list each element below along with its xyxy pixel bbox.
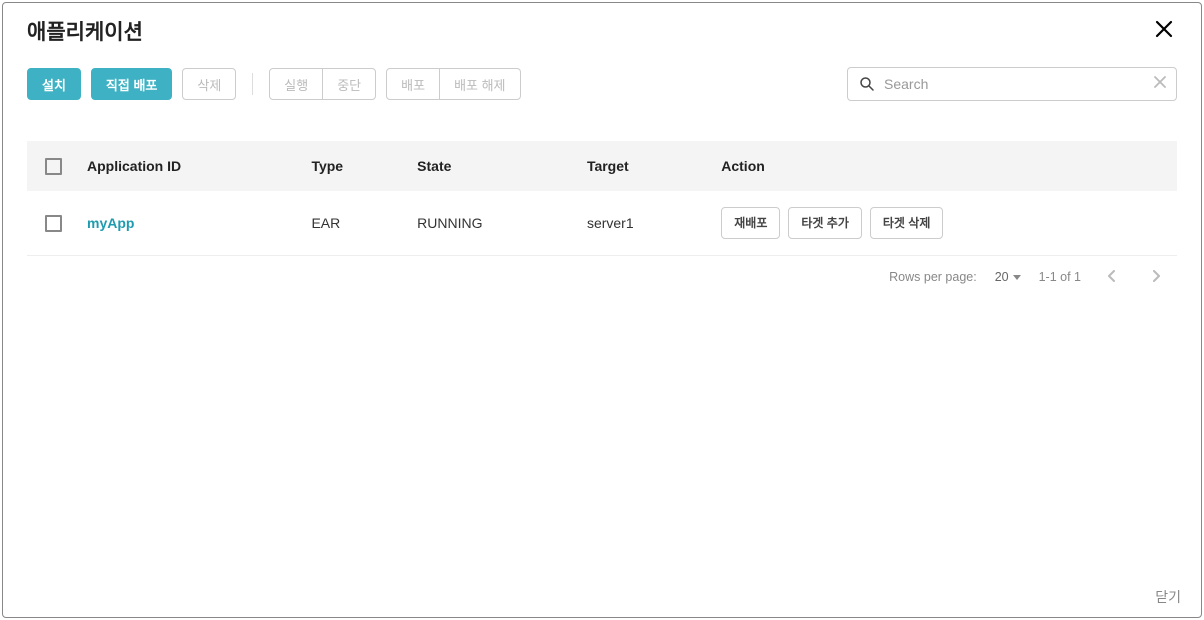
search-input[interactable] [876,76,1154,92]
run-button[interactable]: 실행 [269,68,323,100]
toolbar: 설치 직접 배포 삭제 실행 중단 배포 배포 해제 [27,67,1177,101]
direct-deploy-button[interactable]: 직접 배포 [91,68,172,100]
col-type: Type [299,141,405,191]
delete-target-button[interactable]: 타겟 삭제 [870,207,944,239]
table-header-row: Application ID Type State Target Action [27,141,1177,191]
dialog-title: 애플리케이션 [27,16,143,46]
dialog-header: 애플리케이션 [3,3,1201,51]
prev-page-button[interactable] [1099,270,1125,285]
rows-per-page-value: 20 [995,270,1009,284]
row-actions: 재배포 타겟 추가 타겟 삭제 [721,207,1165,239]
dialog-footer: 닫기 [3,577,1201,617]
app-id-link[interactable]: myApp [87,215,134,231]
next-page-button[interactable] [1143,270,1169,285]
applications-table: Application ID Type State Target Action … [27,141,1177,256]
dialog-body: 설치 직접 배포 삭제 실행 중단 배포 배포 해제 [3,51,1201,577]
run-stop-group: 실행 중단 [269,68,376,100]
table-row: myApp EAR RUNNING server1 재배포 타겟 추가 타겟 삭… [27,191,1177,256]
col-state: State [405,141,575,191]
row-checkbox[interactable] [45,215,62,232]
page-range: 1-1 of 1 [1039,270,1081,284]
application-dialog: 애플리케이션 설치 직접 배포 삭제 실행 중단 배포 배포 해제 [2,2,1202,618]
col-target: Target [575,141,709,191]
delete-button[interactable]: 삭제 [182,68,236,100]
pagination: Rows per page: 20 1-1 of 1 [27,256,1177,285]
cell-type: EAR [299,191,405,256]
deploy-button[interactable]: 배포 [386,68,440,100]
chevron-right-icon [1151,270,1161,282]
cell-target: server1 [575,191,709,256]
clear-icon[interactable] [1154,75,1166,93]
chevron-left-icon [1107,270,1117,282]
rows-per-page-select[interactable]: 20 [995,270,1021,284]
select-all-checkbox[interactable] [45,158,62,175]
col-app-id: Application ID [75,141,299,191]
col-action: Action [709,141,1177,191]
deploy-group: 배포 배포 해제 [386,68,520,100]
close-icon[interactable] [1151,15,1177,47]
cell-state: RUNNING [405,191,575,256]
caret-down-icon [1013,275,1021,280]
stop-button[interactable]: 중단 [322,68,376,100]
add-target-button[interactable]: 타겟 추가 [788,207,862,239]
separator [252,73,253,95]
search-icon [858,75,876,93]
close-button[interactable]: 닫기 [1155,587,1181,607]
search-box[interactable] [847,67,1177,101]
redeploy-button[interactable]: 재배포 [721,207,780,239]
install-button[interactable]: 설치 [27,68,81,100]
undeploy-button[interactable]: 배포 해제 [439,68,520,100]
rows-per-page-label: Rows per page: [889,270,977,284]
